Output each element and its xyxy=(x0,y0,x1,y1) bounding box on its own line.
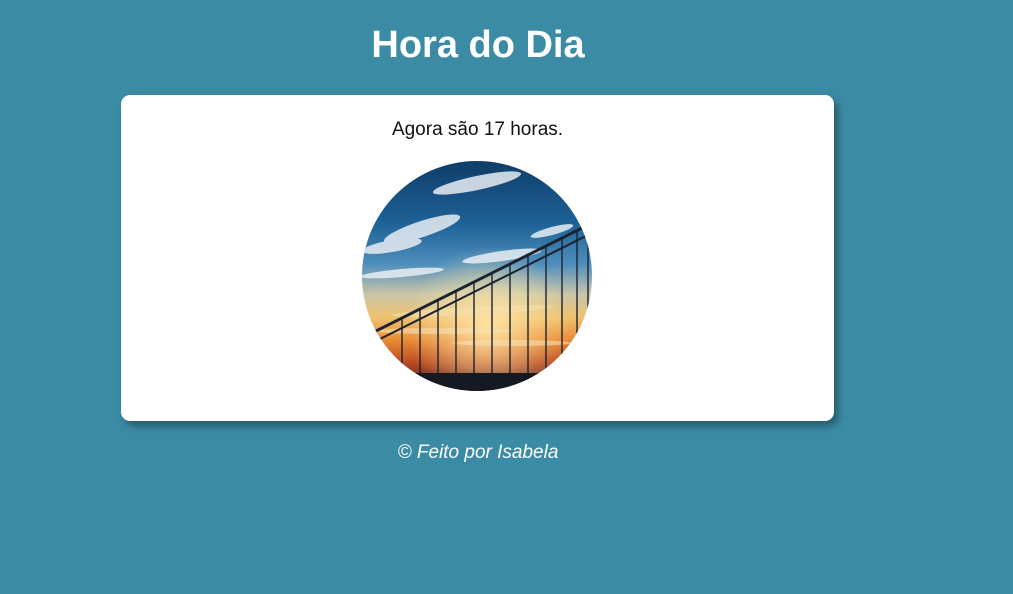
sunset-bridge-image xyxy=(362,161,592,391)
time-message: Agora são 17 horas. xyxy=(391,119,564,140)
footer-credit: © Feito por Isabela xyxy=(397,442,559,463)
time-card: Agora são 17 horas. xyxy=(121,95,834,421)
page-title: Hora do Dia xyxy=(371,24,585,66)
